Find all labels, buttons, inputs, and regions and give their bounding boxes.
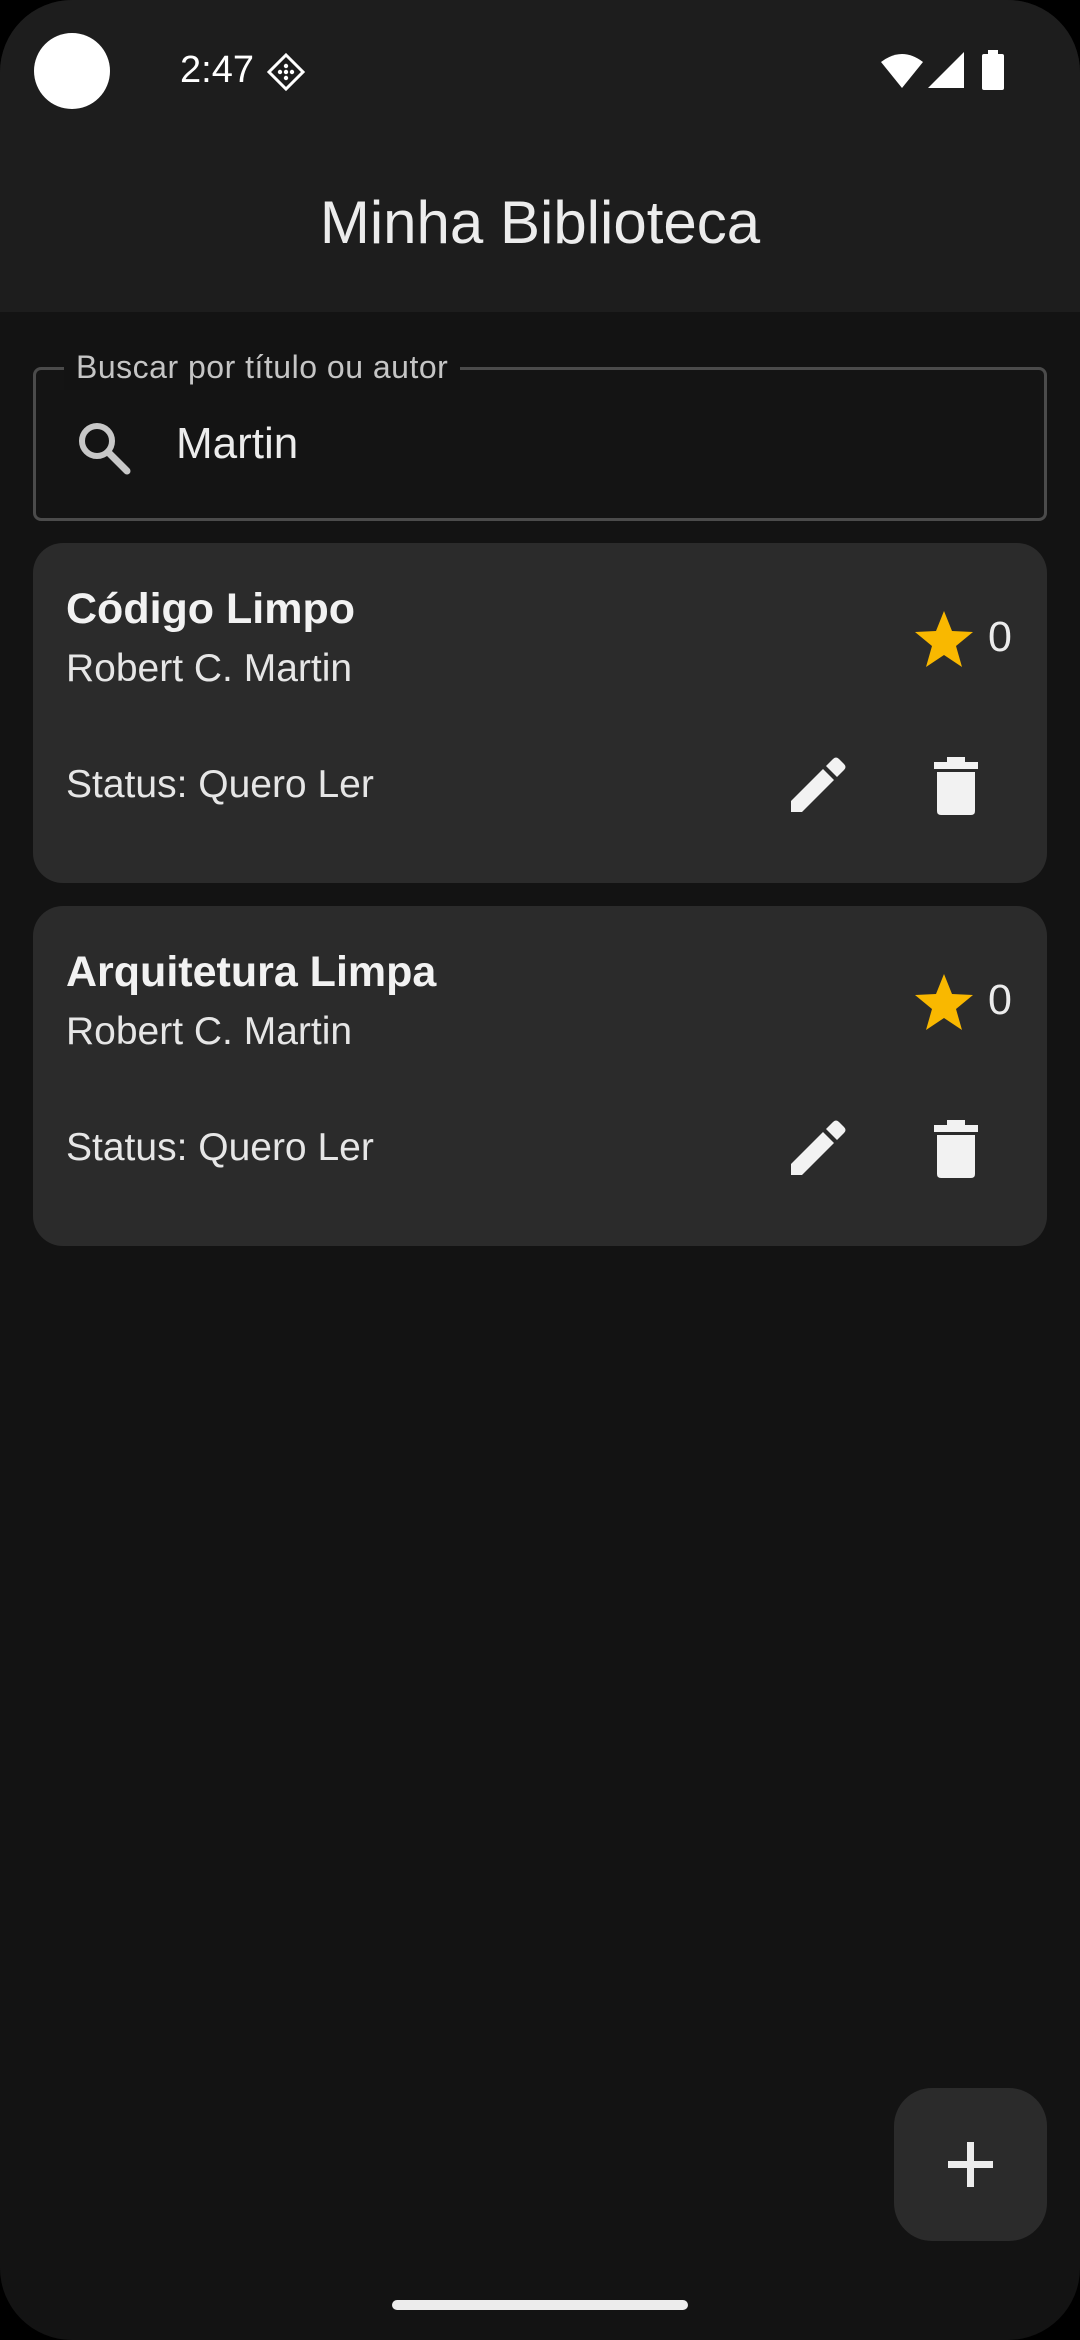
wifi-icon xyxy=(881,54,923,88)
battery-icon xyxy=(982,50,1004,90)
search-label: Buscar por título ou autor xyxy=(64,344,461,390)
book-status: Status: Quero Ler xyxy=(66,763,374,806)
book-title: Arquitetura Limpa xyxy=(66,948,437,996)
search-icon xyxy=(79,423,131,475)
book-card[interactable]: Arquitetura Limpa Robert C. Martin 0 Sta… xyxy=(33,906,1047,1246)
book-status: Status: Quero Ler xyxy=(66,1126,374,1169)
status-time: 2:47 xyxy=(180,49,254,91)
delete-icon[interactable] xyxy=(923,1116,989,1182)
book-title: Código Limpo xyxy=(66,585,355,633)
status-bar: 2:47 xyxy=(0,0,1080,130)
cell-signal-icon xyxy=(928,52,964,88)
edit-icon[interactable] xyxy=(785,1115,851,1181)
add-book-button[interactable] xyxy=(894,2088,1047,2241)
star-icon xyxy=(915,974,973,1030)
camera-cutout xyxy=(34,33,110,109)
book-rating: 0 xyxy=(988,976,1012,1024)
delete-icon[interactable] xyxy=(923,753,989,819)
star-icon xyxy=(915,611,973,667)
book-rating: 0 xyxy=(988,613,1012,661)
search-input[interactable] xyxy=(176,415,996,473)
book-card[interactable]: Código Limpo Robert C. Martin 0 Status: … xyxy=(33,543,1047,883)
search-field[interactable]: Buscar por título ou autor xyxy=(33,344,1047,521)
notification-diamond-icon xyxy=(266,52,306,92)
book-author: Robert C. Martin xyxy=(66,1010,353,1053)
app-bar: Minha Biblioteca xyxy=(0,130,1080,312)
book-author: Robert C. Martin xyxy=(66,647,353,690)
app-screen: 2:47 Minha Biblioteca Buscar por título … xyxy=(0,0,1080,2340)
edit-icon[interactable] xyxy=(785,752,851,818)
page-title: Minha Biblioteca xyxy=(319,189,761,256)
add-icon xyxy=(948,2142,993,2187)
home-indicator[interactable] xyxy=(392,2300,688,2310)
